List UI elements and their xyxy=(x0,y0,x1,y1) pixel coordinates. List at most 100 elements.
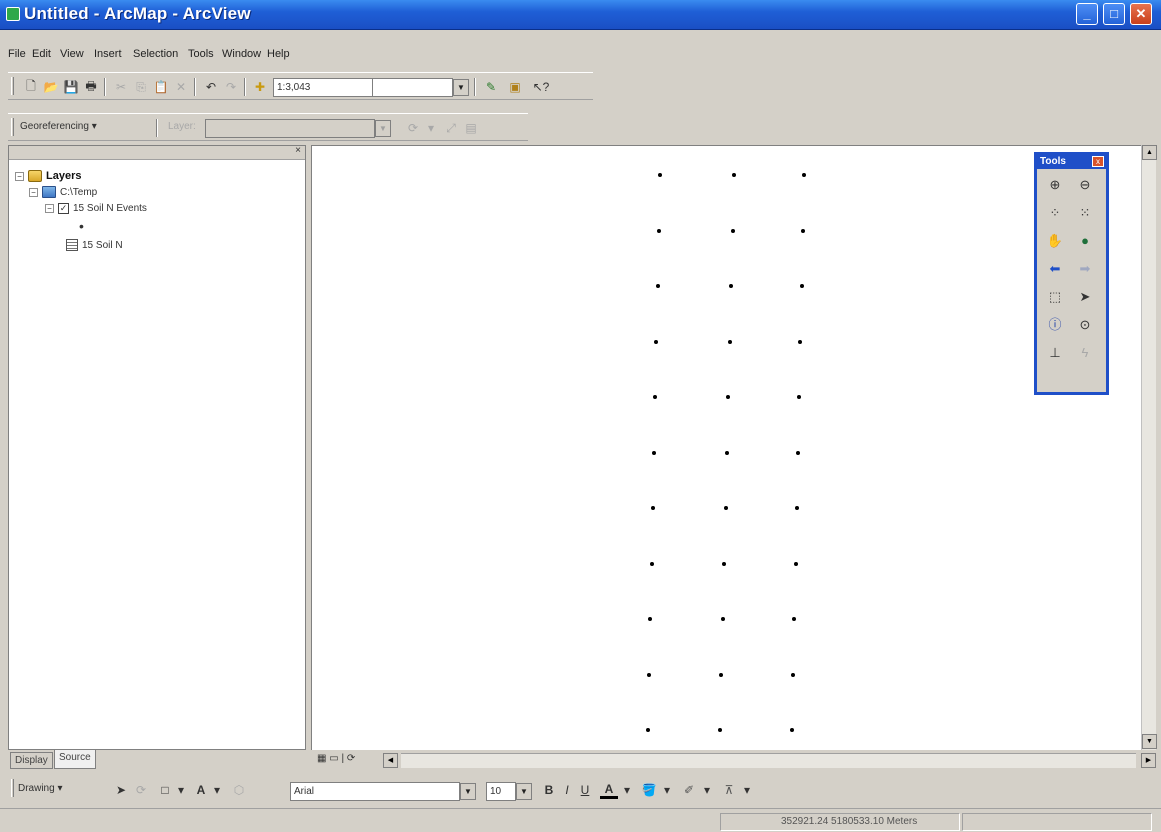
workspace-label[interactable]: C:\Temp xyxy=(60,187,97,198)
chevron-down-icon[interactable]: ▾ xyxy=(172,781,190,799)
scroll-right-icon[interactable]: ▶ xyxy=(1141,753,1156,768)
toolbar-grip[interactable] xyxy=(11,118,14,136)
editor-icon[interactable]: ✎ xyxy=(482,78,500,96)
event-point[interactable] xyxy=(718,728,722,732)
close-button[interactable]: ✕ xyxy=(1130,3,1152,25)
italic-button[interactable]: I xyxy=(558,781,576,799)
zoom-in-icon[interactable]: ⊕ xyxy=(1045,175,1065,195)
menu-edit[interactable]: Edit xyxy=(32,48,51,60)
chevron-down-icon[interactable]: ▾ xyxy=(422,119,440,137)
menu-window[interactable]: Window xyxy=(222,48,261,60)
event-point[interactable] xyxy=(652,450,656,455)
scroll-left-icon[interactable]: ◀ xyxy=(383,753,398,768)
close-icon[interactable]: × xyxy=(295,145,301,156)
chevron-down-icon[interactable]: ▾ xyxy=(698,781,716,799)
menu-file[interactable]: File xyxy=(8,48,26,60)
fixed-zoom-out-icon[interactable]: ⁙ xyxy=(1075,203,1095,223)
scroll-track[interactable] xyxy=(401,753,1136,768)
fixed-zoom-in-icon[interactable]: ⁘ xyxy=(1045,203,1065,223)
event-point[interactable] xyxy=(793,561,798,566)
measure-icon[interactable]: ⊥ xyxy=(1045,343,1065,363)
event-point[interactable] xyxy=(653,395,658,399)
title-bar[interactable]: Untitled - ArcMap - ArcView _ □ ✕ xyxy=(0,0,1161,30)
rotate-icon[interactable]: ⟳ xyxy=(132,781,150,799)
delete-icon[interactable]: ✕ xyxy=(172,78,190,96)
whats-this-icon[interactable]: ↖? xyxy=(532,78,550,96)
event-point[interactable] xyxy=(646,728,650,732)
event-point[interactable] xyxy=(798,339,803,344)
underline-button[interactable]: U xyxy=(576,781,594,799)
identify-icon[interactable]: ⓘ xyxy=(1045,315,1065,335)
paste-icon[interactable]: 📋 xyxy=(152,78,170,96)
chevron-down-icon[interactable]: ▼ xyxy=(516,783,532,800)
cut-icon[interactable]: ✂ xyxy=(112,78,130,96)
chevron-down-icon[interactable]: ▾ xyxy=(208,781,226,799)
event-point[interactable] xyxy=(790,728,794,732)
drawing-menu[interactable]: Drawing ▾ xyxy=(18,783,62,794)
tab-source[interactable]: Source xyxy=(54,750,96,769)
font-combo[interactable]: Arial xyxy=(290,782,460,801)
event-point[interactable] xyxy=(725,450,729,455)
menu-insert[interactable]: Insert xyxy=(94,48,122,60)
map-scale-combo-fill[interactable] xyxy=(373,78,453,97)
event-point[interactable] xyxy=(648,617,653,621)
chevron-down-icon[interactable]: ▾ xyxy=(738,781,756,799)
event-point[interactable] xyxy=(799,284,804,288)
point-symbol[interactable]: • xyxy=(79,218,84,234)
event-point[interactable] xyxy=(656,228,661,233)
arctoolbox-icon[interactable]: ▣ xyxy=(506,78,524,96)
scroll-up-icon[interactable]: ▲ xyxy=(1142,145,1157,160)
table-label[interactable]: 15 Soil N xyxy=(82,240,123,251)
tree-row-event-layer[interactable]: − ✓ 15 Soil N Events xyxy=(45,203,147,214)
select-features-icon[interactable]: ⬚ xyxy=(1045,287,1065,307)
chevron-down-icon[interactable]: ▼ xyxy=(460,783,476,800)
add-data-icon[interactable]: ✚ xyxy=(251,78,269,96)
collapse-icon[interactable]: − xyxy=(15,171,24,181)
find-icon[interactable]: ⊙ xyxy=(1075,315,1095,335)
event-point[interactable] xyxy=(726,395,731,399)
new-icon[interactable]: 🗋 xyxy=(22,78,40,96)
open-icon[interactable]: 📂 xyxy=(42,78,60,96)
event-point[interactable] xyxy=(800,228,805,233)
event-point[interactable] xyxy=(650,506,655,510)
chevron-down-icon[interactable]: ▼ xyxy=(453,79,469,96)
event-point[interactable] xyxy=(727,339,732,344)
georeferencing-menu[interactable]: Georeferencing ▾ xyxy=(20,121,97,132)
event-point[interactable] xyxy=(792,617,797,621)
bold-button[interactable]: B xyxy=(540,781,558,799)
hyperlink-icon[interactable]: ϟ xyxy=(1075,343,1095,363)
save-icon[interactable]: 💾 xyxy=(62,78,80,96)
event-point[interactable] xyxy=(730,228,735,233)
fill-color-icon[interactable]: 🪣 xyxy=(640,781,658,799)
copy-icon[interactable]: ⎘ xyxy=(132,78,150,96)
event-point[interactable] xyxy=(732,173,736,177)
event-point[interactable] xyxy=(797,395,802,399)
rotate-icon[interactable]: ⟳ xyxy=(404,119,422,137)
chevron-down-icon[interactable]: ▾ xyxy=(618,781,636,799)
tab-display[interactable]: Display xyxy=(10,752,53,769)
font-color-button[interactable]: A xyxy=(600,781,618,799)
event-point[interactable] xyxy=(649,561,654,566)
event-point[interactable] xyxy=(647,672,652,677)
event-point[interactable] xyxy=(655,284,660,288)
menu-help[interactable]: Help xyxy=(267,48,290,60)
event-point[interactable] xyxy=(658,173,662,177)
event-point[interactable] xyxy=(723,506,728,510)
event-point[interactable] xyxy=(722,561,727,566)
font-size-combo[interactable]: 10 xyxy=(486,782,516,801)
chevron-down-icon[interactable]: ▼ xyxy=(375,120,391,137)
event-point[interactable] xyxy=(720,617,725,621)
undo-icon[interactable]: ↶ xyxy=(202,78,220,96)
toolbar-grip[interactable] xyxy=(11,779,14,797)
event-point[interactable] xyxy=(729,284,734,288)
close-icon[interactable]: x xyxy=(1092,156,1104,167)
full-extent-icon[interactable]: ● xyxy=(1075,231,1095,251)
tree-row-layers[interactable]: − Layers xyxy=(15,170,81,182)
event-point[interactable] xyxy=(654,339,659,344)
back-extent-icon[interactable]: ⬅ xyxy=(1045,259,1065,279)
maximize-button[interactable]: □ xyxy=(1103,3,1125,25)
view-switch-buttons[interactable]: ▦ ▭ | ⟳ xyxy=(317,753,355,764)
collapse-icon[interactable]: − xyxy=(29,187,38,197)
event-point[interactable] xyxy=(802,173,806,177)
tree-row-table[interactable]: 15 Soil N xyxy=(66,239,123,251)
